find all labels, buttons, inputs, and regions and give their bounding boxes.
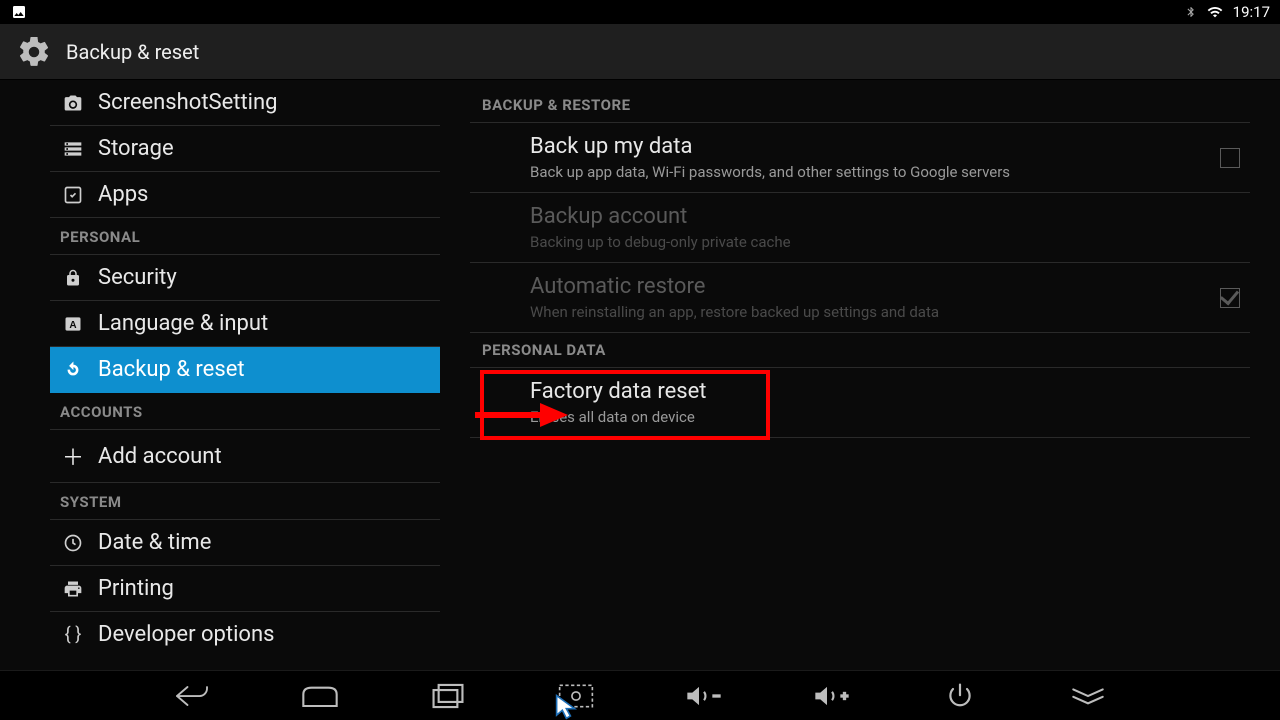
status-bar: 19:17 bbox=[0, 0, 1280, 24]
navigation-bar bbox=[0, 670, 1280, 720]
clock-time: 19:17 bbox=[1233, 3, 1270, 21]
notification-picture-icon bbox=[10, 4, 28, 20]
section-personal-data: PERSONAL DATA bbox=[470, 333, 1250, 368]
sidebar-item-language-input[interactable]: A Language & input bbox=[50, 301, 440, 347]
storage-icon bbox=[60, 139, 86, 159]
bluetooth-icon bbox=[1185, 3, 1197, 21]
sidebar-item-label: Language & input bbox=[98, 311, 268, 336]
nav-volume-up-button[interactable] bbox=[810, 678, 854, 714]
camera-icon bbox=[60, 93, 86, 113]
sidebar-item-label: Developer options bbox=[98, 622, 274, 647]
setting-subtitle: Backing up to debug-only private cache bbox=[530, 233, 1230, 253]
svg-text:A: A bbox=[69, 320, 76, 331]
sidebar-item-label: Backup & reset bbox=[98, 357, 245, 382]
section-backup-restore: BACKUP & RESTORE bbox=[470, 88, 1250, 123]
setting-subtitle: Back up app data, Wi-Fi passwords, and o… bbox=[530, 163, 1200, 183]
annotation-red-arrow bbox=[470, 395, 570, 435]
sidebar-item-apps[interactable]: Apps bbox=[50, 172, 440, 218]
sidebar-header-personal: PERSONAL bbox=[50, 218, 440, 255]
setting-backup-account: Backup account Backing up to debug-only … bbox=[470, 193, 1250, 263]
refresh-icon bbox=[60, 360, 86, 380]
setting-subtitle: When reinstalling an app, restore backed… bbox=[530, 303, 1200, 323]
sidebar-item-label: Security bbox=[98, 265, 177, 290]
nav-volume-down-button[interactable] bbox=[682, 678, 726, 714]
setting-backup-my-data[interactable]: Back up my data Back up app data, Wi-Fi … bbox=[470, 123, 1250, 193]
plus-icon: ＋ bbox=[60, 440, 86, 472]
checkbox[interactable] bbox=[1220, 148, 1240, 168]
braces-icon: { } bbox=[60, 624, 86, 645]
sidebar-item-developer-options[interactable]: { } Developer options bbox=[50, 612, 440, 657]
sidebar-item-add-account[interactable]: ＋ Add account bbox=[50, 430, 440, 483]
app-bar: Backup & reset bbox=[0, 24, 1280, 80]
nav-expand-button[interactable] bbox=[1066, 678, 1110, 714]
sidebar-item-screenshot-setting[interactable]: ScreenshotSetting bbox=[50, 80, 440, 126]
sidebar-item-backup-reset[interactable]: Backup & reset bbox=[50, 347, 440, 393]
language-icon: A bbox=[60, 314, 86, 334]
app-bar-title: Backup & reset bbox=[66, 40, 199, 64]
sidebar-header-system: SYSTEM bbox=[50, 483, 440, 520]
nav-screenshot-button[interactable] bbox=[554, 678, 598, 714]
sidebar-item-label: Date & time bbox=[98, 530, 211, 555]
sidebar-item-label: Printing bbox=[98, 576, 174, 601]
sidebar-item-label: Storage bbox=[98, 136, 174, 161]
main-area: ScreenshotSetting Storage Apps PERSONAL … bbox=[0, 80, 1280, 670]
sidebar-header-accounts: ACCOUNTS bbox=[50, 393, 440, 430]
nav-power-button[interactable] bbox=[938, 678, 982, 714]
setting-title: Backup account bbox=[530, 203, 1230, 231]
sidebar-item-printing[interactable]: Printing bbox=[50, 566, 440, 612]
nav-home-button[interactable] bbox=[298, 678, 342, 714]
sidebar-item-label: Add account bbox=[98, 444, 222, 469]
wifi-icon bbox=[1205, 4, 1225, 20]
nav-recent-button[interactable] bbox=[426, 678, 470, 714]
setting-title: Automatic restore bbox=[530, 273, 1200, 301]
sidebar-item-security[interactable]: Security bbox=[50, 255, 440, 301]
checkbox-checked bbox=[1220, 288, 1240, 308]
setting-title: Back up my data bbox=[530, 133, 1200, 161]
print-icon bbox=[60, 579, 86, 599]
nav-back-button[interactable] bbox=[170, 678, 214, 714]
sidebar-item-label: ScreenshotSetting bbox=[98, 90, 278, 115]
sidebar-item-date-time[interactable]: Date & time bbox=[50, 520, 440, 566]
clock-icon bbox=[60, 533, 86, 553]
settings-sidebar: ScreenshotSetting Storage Apps PERSONAL … bbox=[0, 80, 440, 670]
apps-icon bbox=[60, 185, 86, 205]
sidebar-item-label: Apps bbox=[98, 182, 148, 207]
setting-automatic-restore: Automatic restore When reinstalling an a… bbox=[470, 263, 1250, 333]
settings-detail-pane: BACKUP & RESTORE Back up my data Back up… bbox=[440, 80, 1280, 670]
sidebar-item-storage[interactable]: Storage bbox=[50, 126, 440, 172]
settings-gear-icon bbox=[16, 34, 52, 70]
lock-icon bbox=[60, 268, 86, 288]
